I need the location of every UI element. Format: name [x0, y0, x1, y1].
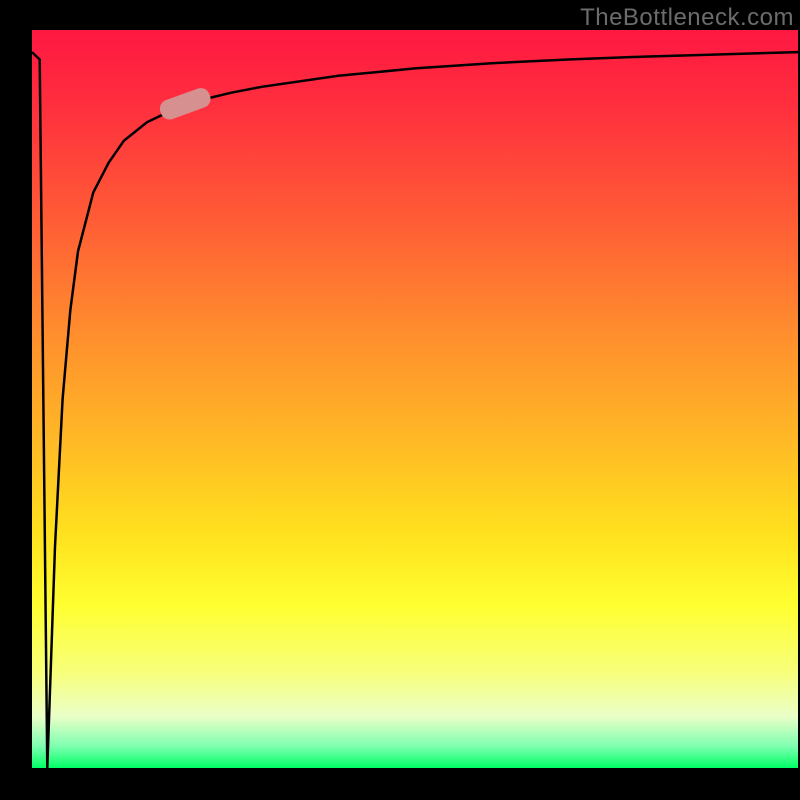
attribution-label: TheBottleneck.com — [580, 4, 794, 32]
chart-stage: TheBottleneck.com — [0, 0, 800, 800]
curve-layer — [32, 30, 798, 768]
curve-marker — [157, 86, 213, 123]
bottleneck-curve — [32, 52, 798, 768]
